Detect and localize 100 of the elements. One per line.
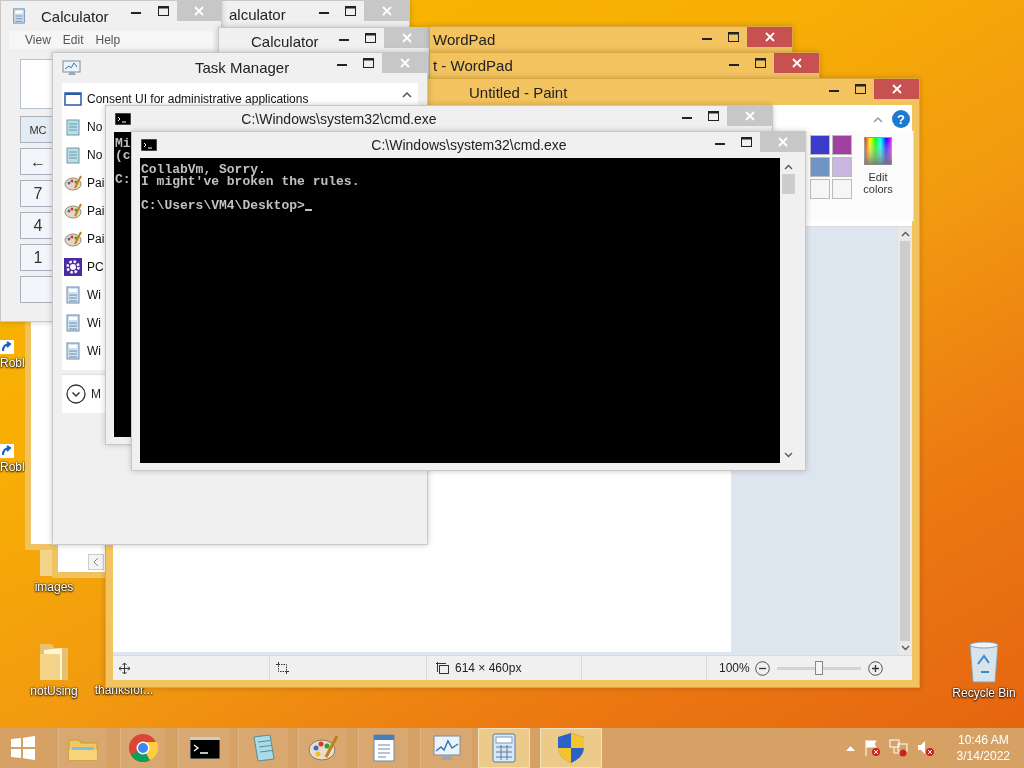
console-icon (115, 113, 131, 125)
window-title: WordPad (433, 30, 496, 48)
zoom-out-button[interactable] (754, 660, 770, 676)
document-icon (370, 733, 397, 763)
scroll-down-icon (900, 645, 910, 651)
color-spectrum-icon (864, 137, 892, 165)
menu-item[interactable]: Edit (62, 33, 84, 47)
window-title: Task Manager (195, 59, 290, 76)
move-cursor-icon (119, 662, 130, 674)
speaker-muted-icon[interactable] (916, 739, 935, 757)
close-button[interactable] (874, 79, 919, 99)
menu-item[interactable]: View (25, 33, 51, 47)
process-name[interactable]: No (87, 120, 103, 134)
image-size-text: 614 × 460px (455, 661, 522, 675)
color-swatch[interactable] (810, 135, 830, 155)
process-name[interactable]: Wi (87, 344, 101, 358)
monitor-icon (62, 60, 82, 76)
flag-icon[interactable] (862, 739, 881, 757)
color-swatch[interactable] (832, 179, 852, 199)
process-name[interactable]: Wi (87, 288, 101, 302)
help-button[interactable]: ? (892, 110, 910, 128)
process-name[interactable]: Wi (87, 316, 101, 330)
console-icon (141, 139, 157, 151)
close-icon (764, 32, 775, 42)
window-title: t - WordPad (433, 56, 513, 74)
close-icon (777, 137, 788, 147)
palette-icon (306, 733, 339, 763)
process-name[interactable]: PC (87, 260, 104, 274)
shortcut-icon (0, 444, 14, 458)
vertical-scrollbar[interactable] (898, 227, 912, 655)
maximize-icon (708, 111, 719, 121)
recycle-bin-icon (966, 640, 1002, 684)
scrollbar-thumb[interactable] (782, 174, 795, 194)
shield-icon (557, 732, 585, 764)
network-icon[interactable] (888, 739, 909, 757)
chevron-left-icon (93, 557, 99, 567)
color-swatch[interactable] (832, 157, 852, 177)
close-icon (381, 6, 392, 16)
desktop-icon-label[interactable]: thanksfor... (94, 683, 154, 697)
console-text: (c (115, 150, 131, 162)
maximize-icon (365, 33, 376, 43)
console-text: C: (115, 174, 131, 186)
process-name[interactable]: Pai (87, 176, 105, 190)
monitor-icon (430, 733, 463, 763)
maximize-icon (741, 137, 752, 147)
console-text: C:\Users\VM4\Desktop> (141, 200, 305, 212)
process-name[interactable]: Pai (87, 232, 105, 246)
color-swatch[interactable] (810, 157, 830, 177)
image-size-icon (436, 662, 449, 674)
console-text: Mi (115, 138, 131, 150)
palette-icon (64, 202, 82, 220)
scroll-up-icon (900, 231, 910, 237)
process-name[interactable]: No (87, 148, 103, 162)
windows-logo-icon (9, 735, 36, 761)
maximize-icon (855, 84, 866, 94)
console-text: I might've broken the rules. (141, 176, 360, 188)
process-name[interactable]: Pai (87, 204, 105, 218)
chevron-down-circle-icon (66, 384, 86, 404)
selection-size-icon (276, 662, 289, 674)
window-title: alculator (229, 5, 286, 23)
window-title: Calculator (41, 7, 109, 25)
close-icon (891, 84, 902, 94)
zoom-slider-thumb[interactable] (814, 661, 823, 675)
maximize-icon (728, 32, 739, 42)
taskbar-button[interactable] (178, 728, 230, 768)
window-title: Untitled - Paint (469, 83, 568, 101)
scrollbar-thumb[interactable] (900, 241, 910, 641)
close-icon (401, 33, 412, 43)
close-button[interactable] (774, 53, 819, 73)
plus-icon (867, 660, 883, 676)
console-text: CollabVm, Sorry. (141, 164, 266, 176)
process-name[interactable]: Consent UI for administrative applications (87, 92, 309, 106)
collapse-ribbon-icon[interactable] (873, 115, 883, 123)
palette-icon (64, 230, 82, 248)
color-swatch[interactable] (810, 179, 830, 199)
more-details-button[interactable]: M (62, 384, 101, 404)
window-title: C:\Windows\system32\cmd.exe (241, 111, 437, 127)
menu-item[interactable]: Help (95, 33, 121, 47)
shortcut-icon (0, 340, 14, 354)
window-title: C:\Windows\system32\cmd.exe (371, 137, 567, 153)
maximize-icon (363, 58, 374, 68)
zoom-in-button[interactable] (867, 660, 883, 676)
maximize-icon (157, 6, 169, 16)
close-icon (399, 58, 410, 68)
window-title: Calculator (251, 32, 319, 50)
close-icon (194, 6, 205, 16)
maximize-icon (345, 6, 356, 16)
scroll-left-button[interactable] (88, 554, 104, 570)
close-button[interactable] (747, 27, 792, 47)
maximize-icon (755, 58, 766, 68)
show-hidden-icons-icon[interactable] (845, 745, 855, 751)
scroll-down-icon (784, 452, 793, 458)
notepad-icon (64, 146, 82, 164)
notepad-icon (64, 118, 82, 136)
zoom-level-text: 100% (719, 661, 750, 675)
calculator-icon (492, 733, 516, 763)
scroll-up-icon[interactable] (402, 91, 412, 98)
browser-icon (128, 733, 158, 763)
close-icon (744, 111, 755, 121)
color-swatch[interactable] (832, 135, 852, 155)
